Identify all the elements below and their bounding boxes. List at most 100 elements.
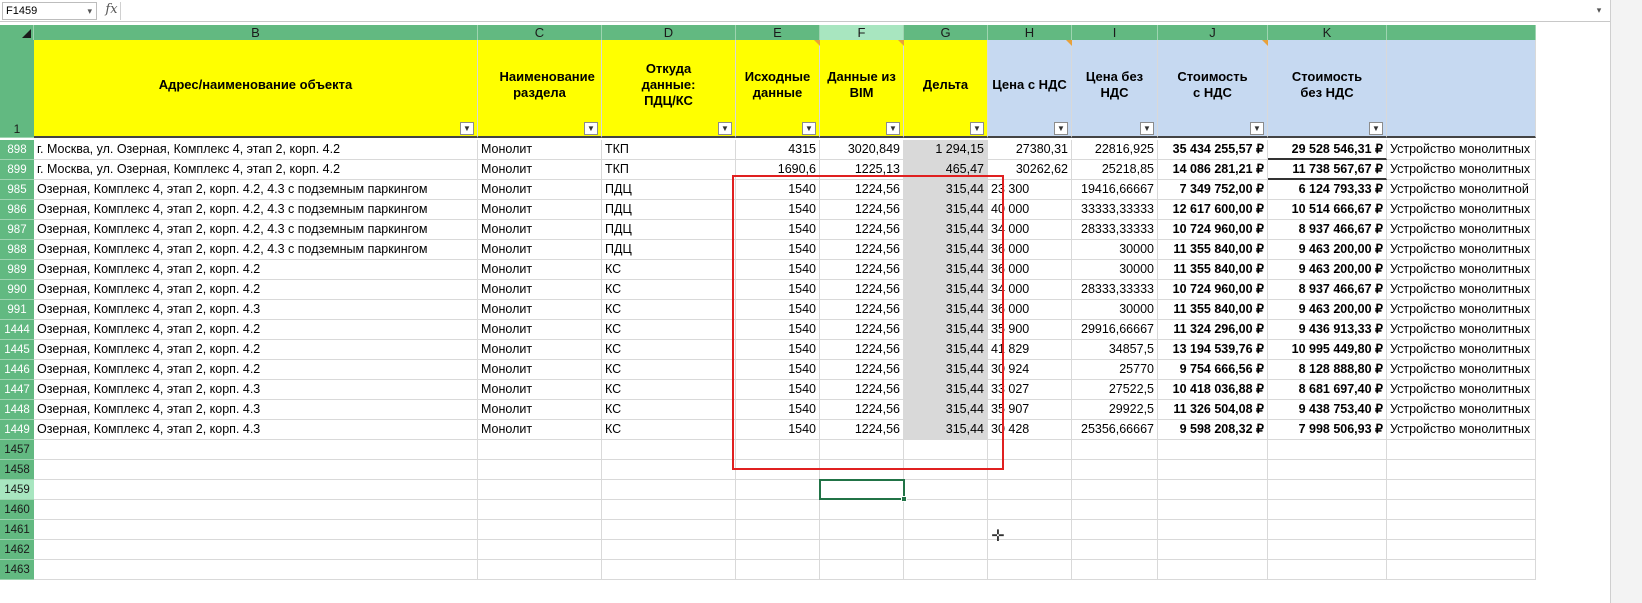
cell-l[interactable]: Устройство монолитных bbox=[1387, 220, 1536, 240]
cell-l[interactable]: Устройство монолитных bbox=[1387, 240, 1536, 260]
empty-cell[interactable] bbox=[820, 560, 904, 580]
empty-cell[interactable] bbox=[988, 560, 1072, 580]
cell-c[interactable]: Монолит bbox=[478, 240, 602, 260]
empty-cell[interactable] bbox=[1387, 480, 1536, 500]
cell-d[interactable]: ПДЦ bbox=[602, 220, 736, 240]
cell-i[interactable]: 25356,66667 bbox=[1072, 420, 1158, 440]
cell-l[interactable]: Устройство монолитных bbox=[1387, 420, 1536, 440]
cell-d[interactable]: ТКП bbox=[602, 140, 736, 160]
empty-cell[interactable] bbox=[1387, 560, 1536, 580]
cell-k[interactable]: 9 436 913,33 ₽ bbox=[1268, 320, 1387, 340]
cell-k[interactable]: 29 528 546,31 ₽ bbox=[1268, 140, 1387, 160]
comment-indicator-icon[interactable] bbox=[898, 40, 904, 46]
empty-cell[interactable] bbox=[1072, 520, 1158, 540]
cell-k[interactable]: 8 128 888,80 ₽ bbox=[1268, 360, 1387, 380]
cell-k[interactable]: 11 738 567,67 ₽ bbox=[1268, 160, 1387, 180]
row-header[interactable]: 1461 bbox=[0, 520, 34, 540]
empty-cell[interactable] bbox=[602, 540, 736, 560]
cell-i[interactable]: 25770 bbox=[1072, 360, 1158, 380]
filter-dropdown-icon[interactable]: ▼ bbox=[460, 122, 474, 135]
cell-l[interactable]: Устройство монолитных bbox=[1387, 160, 1536, 180]
filter-dropdown-icon[interactable]: ▼ bbox=[1369, 122, 1383, 135]
cell-k[interactable]: 9 438 753,40 ₽ bbox=[1268, 400, 1387, 420]
cell-i[interactable]: 29922,5 bbox=[1072, 400, 1158, 420]
filter-dropdown-icon[interactable]: ▼ bbox=[970, 122, 984, 135]
filter-dropdown-icon[interactable]: ▼ bbox=[1140, 122, 1154, 135]
cell-b[interactable]: г. Москва, ул. Озерная, Комплекс 4, этап… bbox=[34, 160, 478, 180]
cell-c[interactable]: Монолит bbox=[478, 380, 602, 400]
empty-cell[interactable] bbox=[1072, 500, 1158, 520]
row-header[interactable]: 986 bbox=[0, 200, 34, 220]
empty-cell[interactable] bbox=[736, 480, 820, 500]
filter-dropdown-icon[interactable]: ▼ bbox=[1054, 122, 1068, 135]
cell-b[interactable]: Озерная, Комплекс 4, этап 2, корп. 4.2, … bbox=[34, 180, 478, 200]
empty-cell[interactable] bbox=[478, 460, 602, 480]
empty-cell[interactable] bbox=[602, 480, 736, 500]
cell-l[interactable]: Устройство монолитных bbox=[1387, 260, 1536, 280]
cell-l[interactable]: Устройство монолитных bbox=[1387, 140, 1536, 160]
row-header[interactable]: 898 bbox=[0, 140, 34, 160]
empty-cell[interactable] bbox=[1268, 460, 1387, 480]
empty-cell[interactable] bbox=[34, 520, 478, 540]
empty-cell[interactable] bbox=[1268, 480, 1387, 500]
filter-dropdown-icon[interactable]: ▼ bbox=[1250, 122, 1264, 135]
cell-j[interactable]: 13 194 539,76 ₽ bbox=[1158, 340, 1268, 360]
empty-cell[interactable] bbox=[1072, 460, 1158, 480]
cell-h[interactable]: 27380,31 bbox=[988, 140, 1072, 160]
cell-d[interactable]: КС bbox=[602, 260, 736, 280]
empty-cell[interactable] bbox=[1072, 540, 1158, 560]
cell-j[interactable]: 9 598 208,32 ₽ bbox=[1158, 420, 1268, 440]
cell-l[interactable]: Устройство монолитных bbox=[1387, 300, 1536, 320]
row-header[interactable]: 988 bbox=[0, 240, 34, 260]
cell-c[interactable]: Монолит bbox=[478, 420, 602, 440]
cell-j[interactable]: 35 434 255,57 ₽ bbox=[1158, 140, 1268, 160]
cell-d[interactable]: КС bbox=[602, 340, 736, 360]
empty-cell[interactable] bbox=[34, 500, 478, 520]
empty-cell[interactable] bbox=[1268, 500, 1387, 520]
cell-j[interactable]: 11 324 296,00 ₽ bbox=[1158, 320, 1268, 340]
row-header[interactable]: 899 bbox=[0, 160, 34, 180]
empty-cell[interactable] bbox=[988, 480, 1072, 500]
row-header[interactable]: 985 bbox=[0, 180, 34, 200]
empty-cell[interactable] bbox=[34, 460, 478, 480]
empty-cell[interactable] bbox=[1158, 540, 1268, 560]
empty-cell[interactable] bbox=[1158, 440, 1268, 460]
row-header[interactable]: 990 bbox=[0, 280, 34, 300]
cell-b[interactable]: Озерная, Комплекс 4, этап 2, корп. 4.2, … bbox=[34, 200, 478, 220]
expand-formula-icon[interactable]: ▾ bbox=[1592, 2, 1606, 20]
cell-j[interactable]: 12 617 600,00 ₽ bbox=[1158, 200, 1268, 220]
column-header-d[interactable]: D bbox=[602, 25, 736, 40]
filter-dropdown-icon[interactable]: ▼ bbox=[886, 122, 900, 135]
fill-handle[interactable] bbox=[901, 496, 907, 502]
cell-k[interactable]: 8 681 697,40 ₽ bbox=[1268, 380, 1387, 400]
empty-cell[interactable] bbox=[904, 500, 988, 520]
empty-cell[interactable] bbox=[1072, 560, 1158, 580]
empty-cell[interactable] bbox=[1268, 520, 1387, 540]
formula-input[interactable] bbox=[124, 2, 1610, 20]
column-header-e[interactable]: E bbox=[736, 25, 820, 40]
empty-cell[interactable] bbox=[34, 480, 478, 500]
cell-d[interactable]: ПДЦ bbox=[602, 240, 736, 260]
column-header-j[interactable]: J bbox=[1158, 25, 1268, 40]
cell-j[interactable]: 11 355 840,00 ₽ bbox=[1158, 240, 1268, 260]
spreadsheet-grid[interactable]: B C D E F G H I J K 1 Адрес/наименование объекта ▼ На… bbox=[0, 25, 1610, 603]
cell-b[interactable]: Озерная, Комплекс 4, этап 2, корп. 4.2 bbox=[34, 280, 478, 300]
empty-cell[interactable] bbox=[1268, 560, 1387, 580]
cell-l[interactable]: Устройство монолитной bbox=[1387, 180, 1536, 200]
cell-b[interactable]: г. Москва, ул. Озерная, Комплекс 4, этап… bbox=[34, 140, 478, 160]
cell-l[interactable]: Устройство монолитных bbox=[1387, 200, 1536, 220]
cell-i[interactable]: 29916,66667 bbox=[1072, 320, 1158, 340]
comment-indicator-icon[interactable] bbox=[1066, 40, 1072, 46]
empty-cell[interactable] bbox=[820, 500, 904, 520]
empty-cell[interactable] bbox=[904, 520, 988, 540]
cell-b[interactable]: Озерная, Комплекс 4, этап 2, корп. 4.2 bbox=[34, 360, 478, 380]
empty-cell[interactable] bbox=[1158, 520, 1268, 540]
cell-i[interactable]: 22816,925 bbox=[1072, 140, 1158, 160]
column-header-b[interactable]: B bbox=[34, 25, 478, 40]
cell-d[interactable]: КС bbox=[602, 280, 736, 300]
cell-d[interactable]: КС bbox=[602, 380, 736, 400]
empty-cell[interactable] bbox=[602, 460, 736, 480]
empty-cell[interactable] bbox=[602, 520, 736, 540]
cell-i[interactable]: 28333,33333 bbox=[1072, 280, 1158, 300]
cell-l[interactable]: Устройство монолитных bbox=[1387, 380, 1536, 400]
